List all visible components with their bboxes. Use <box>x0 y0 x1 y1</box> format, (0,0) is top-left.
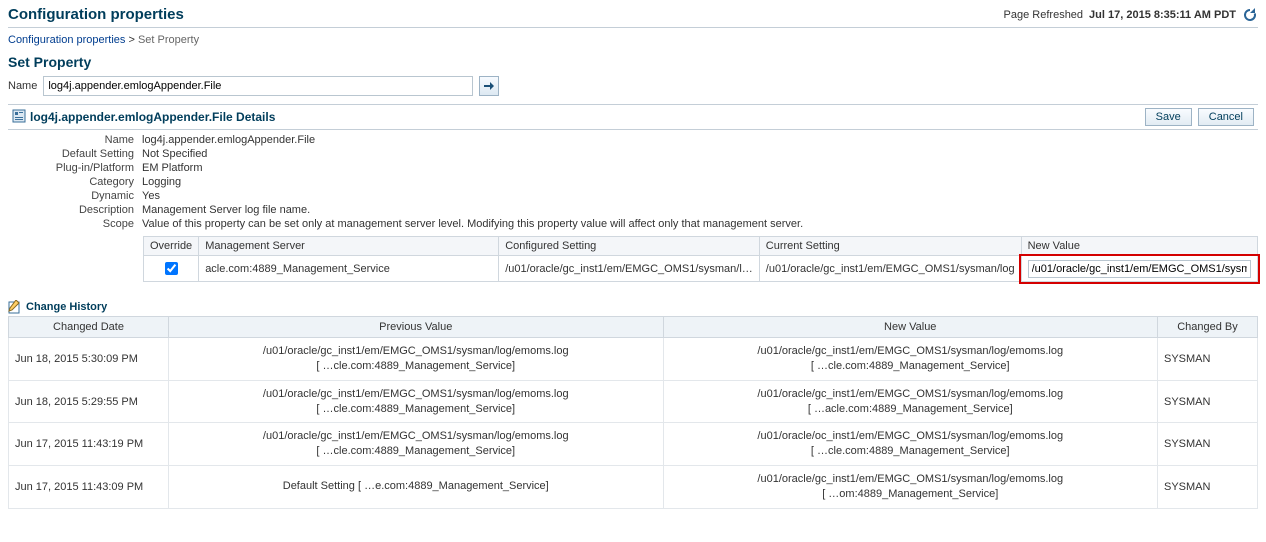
changed-by: SYSMAN <box>1158 423 1258 466</box>
new-value: /u01/oracle/gc_inst1/em/EMGC_OMS1/sysman… <box>663 380 1158 423</box>
previous-value: /u01/oracle/gc_inst1/em/EMGC_OMS1/sysman… <box>169 423 664 466</box>
breadcrumb-current: Set Property <box>138 34 199 46</box>
property-label: Scope <box>18 218 142 230</box>
col-server: Management Server <box>199 237 499 256</box>
server-cell: acle.com:4889_Management_Service <box>199 256 499 282</box>
hist-col-by: Changed By <box>1158 317 1258 338</box>
col-current: Current Setting <box>759 237 1021 256</box>
table-row: Jun 18, 2015 5:29:55 PM/u01/oracle/gc_in… <box>9 380 1258 423</box>
hist-col-date: Changed Date <box>9 317 169 338</box>
save-button[interactable]: Save <box>1145 108 1192 126</box>
name-input[interactable] <box>43 76 473 96</box>
changed-date: Jun 17, 2015 11:43:09 PM <box>9 466 169 509</box>
new-value: /u01/oracle/gc_inst1/em/EMGC_OMS1/sysman… <box>663 466 1158 509</box>
changed-by: SYSMAN <box>1158 466 1258 509</box>
changed-date: Jun 17, 2015 11:43:19 PM <box>9 423 169 466</box>
changed-by: SYSMAN <box>1158 380 1258 423</box>
new-value: /u01/oracle/gc_inst1/em/EMGC_OMS1/sysman… <box>663 338 1158 381</box>
change-history-title: Change History <box>26 301 107 313</box>
property-label: Default Setting <box>18 148 142 160</box>
property-value: Not Specified <box>142 148 207 160</box>
property-value: Management Server log file name. <box>142 204 310 216</box>
edit-icon <box>8 300 22 314</box>
go-button[interactable] <box>479 76 499 96</box>
property-label: Name <box>18 134 142 146</box>
col-override: Override <box>144 237 199 256</box>
previous-value: /u01/oracle/gc_inst1/em/EMGC_OMS1/sysman… <box>169 380 664 423</box>
hist-col-prev: Previous Value <box>169 317 664 338</box>
property-label: Plug-in/Platform <box>18 162 142 174</box>
table-row: Jun 18, 2015 5:30:09 PM/u01/oracle/gc_in… <box>9 338 1258 381</box>
refresh-label: Page Refreshed <box>1004 9 1084 21</box>
property-label: Description <box>18 204 142 216</box>
page-refresh-status: Page Refreshed Jul 17, 2015 8:35:11 AM P… <box>1004 7 1258 23</box>
breadcrumb-sep: > <box>128 34 134 46</box>
property-row: Plug-in/PlatformEM Platform <box>18 162 1258 174</box>
changed-by: SYSMAN <box>1158 338 1258 381</box>
property-value: Yes <box>142 190 160 202</box>
property-row: ScopeValue of this property can be set o… <box>18 218 1258 230</box>
page-title: Configuration properties <box>8 6 184 23</box>
col-configured: Configured Setting <box>499 237 760 256</box>
property-label: Category <box>18 176 142 188</box>
previous-value: Default Setting [ …e.com:4889_Management… <box>169 466 664 509</box>
new-value: /u01/oracle/oc_inst1/em/EMGC_OMS1/sysman… <box>663 423 1158 466</box>
new-value-input[interactable] <box>1028 260 1251 278</box>
changed-date: Jun 18, 2015 5:30:09 PM <box>9 338 169 381</box>
cancel-button[interactable]: Cancel <box>1198 108 1254 126</box>
property-row: DynamicYes <box>18 190 1258 202</box>
previous-value: /u01/oracle/gc_inst1/em/EMGC_OMS1/sysman… <box>169 338 664 381</box>
management-server-table: Override Management Server Configured Se… <box>143 236 1258 282</box>
refresh-time: Jul 17, 2015 8:35:11 AM PDT <box>1089 9 1236 21</box>
property-row: Namelog4j.appender.emlogAppender.File <box>18 134 1258 146</box>
override-checkbox[interactable] <box>165 262 178 275</box>
table-row: Jun 17, 2015 11:43:19 PM/u01/oracle/gc_i… <box>9 423 1258 466</box>
table-row: Jun 17, 2015 11:43:09 PMDefault Setting … <box>9 466 1258 509</box>
arrow-right-icon <box>484 81 494 91</box>
breadcrumb-parent[interactable]: Configuration properties <box>8 34 125 46</box>
configured-cell: /u01/oracle/gc_inst1/em/EMGC_OMS1/sysman… <box>499 256 760 282</box>
property-icon <box>12 109 26 126</box>
current-cell: /u01/oracle/gc_inst1/em/EMGC_OMS1/sysman… <box>759 256 1021 282</box>
property-label: Dynamic <box>18 190 142 202</box>
property-value: log4j.appender.emlogAppender.File <box>142 134 315 146</box>
breadcrumb: Configuration properties > Set Property <box>8 34 1258 46</box>
change-history-table: Changed Date Previous Value New Value Ch… <box>8 316 1258 509</box>
details-title: log4j.appender.emlogAppender.File Detail… <box>30 110 275 124</box>
col-newvalue: New Value <box>1021 237 1257 256</box>
name-label: Name <box>8 80 37 92</box>
refresh-icon[interactable] <box>1242 7 1258 23</box>
table-row: acle.com:4889_Management_Service /u01/or… <box>144 256 1258 282</box>
property-value: Value of this property can be set only a… <box>142 218 803 230</box>
property-row: CategoryLogging <box>18 176 1258 188</box>
hist-col-new: New Value <box>663 317 1158 338</box>
property-row: DescriptionManagement Server log file na… <box>18 204 1258 216</box>
property-value: Logging <box>142 176 181 188</box>
property-row: Default SettingNot Specified <box>18 148 1258 160</box>
property-value: EM Platform <box>142 162 203 174</box>
section-title: Set Property <box>8 54 1258 70</box>
changed-date: Jun 18, 2015 5:29:55 PM <box>9 380 169 423</box>
